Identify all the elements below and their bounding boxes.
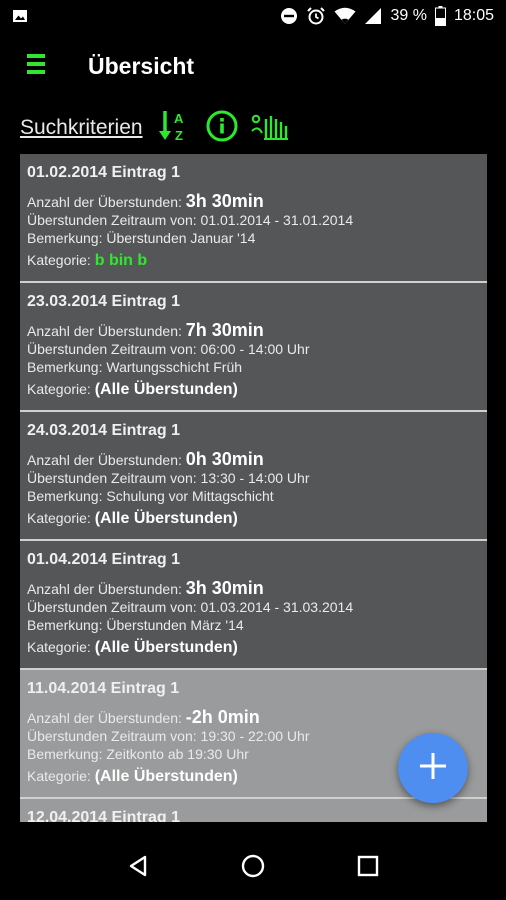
status-time: 18:05 [453, 7, 494, 24]
hours-label: Anzahl der Überstunden: [27, 194, 182, 210]
menu-icon [27, 53, 45, 80]
category-label: Kategorie: [27, 639, 91, 655]
category-value: (Alle Überstunden) [94, 510, 238, 527]
list-item[interactable]: 01.04.2014 Eintrag 1 Anzahl der Überstun… [20, 541, 487, 670]
category-value: (Alle Überstunden) [94, 768, 238, 785]
alarm-icon [306, 6, 326, 26]
entry-date: 11.04.2014 Eintrag 1 [27, 680, 180, 697]
entry-list[interactable]: 01.02.2014 Eintrag 1 Anzahl der Überstun… [20, 154, 487, 822]
menu-button[interactable] [16, 46, 56, 86]
hours-value: 3h 30min [185, 578, 264, 598]
search-criteria-link[interactable]: Suchkriterien [20, 116, 143, 140]
info-button[interactable] [205, 110, 239, 147]
dnd-icon [280, 7, 298, 25]
gesture-icon [250, 111, 290, 146]
note-text: Bemerkung: Wartungsschicht Früh [27, 359, 243, 375]
hours-value: 3h 30min [185, 191, 264, 211]
add-entry-button[interactable] [398, 733, 468, 803]
back-icon [126, 854, 150, 883]
plus-icon [418, 751, 448, 786]
range-text: Überstunden Zeitraum von: 13:30 - 14:00 … [27, 470, 310, 486]
category-value: b bin b [94, 252, 148, 269]
entry-date: 01.02.2014 Eintrag 1 [27, 164, 180, 181]
sort-button[interactable]: AZ [157, 109, 191, 148]
hours-label: Anzahl der Überstunden: [27, 710, 182, 726]
range-text: Überstunden Zeitraum von: 01.01.2014 - 3… [27, 212, 354, 228]
list-item[interactable]: 24.03.2014 Eintrag 1 Anzahl der Überstun… [20, 412, 487, 541]
note-text: Bemerkung: Schulung vor Mittagschicht [27, 488, 274, 504]
hours-value: 7h 30min [185, 320, 264, 340]
list-item[interactable]: 23.03.2014 Eintrag 1 Anzahl der Überstun… [20, 283, 487, 412]
category-label: Kategorie: [27, 510, 91, 526]
navigation-bar [0, 836, 506, 900]
wifi-icon [334, 7, 356, 25]
recents-button[interactable] [344, 844, 392, 892]
battery-icon [434, 6, 446, 26]
signal-icon [364, 7, 382, 25]
category-value: (Alle Überstunden) [94, 639, 238, 656]
home-button[interactable] [229, 844, 277, 892]
back-button[interactable] [114, 844, 162, 892]
hours-label: Anzahl der Überstunden: [27, 452, 182, 468]
category-value: (Alle Überstunden) [94, 381, 238, 398]
recents-icon [357, 855, 379, 882]
image-icon [12, 8, 28, 24]
category-label: Kategorie: [27, 768, 91, 784]
app-bar: Übersicht [0, 32, 506, 100]
range-text: Überstunden Zeitraum von: 06:00 - 14:00 … [27, 341, 310, 357]
entry-date: 23.03.2014 Eintrag 1 [27, 293, 180, 310]
entry-date: 24.03.2014 Eintrag 1 [27, 422, 180, 439]
list-item[interactable]: 01.02.2014 Eintrag 1 Anzahl der Überstun… [20, 154, 487, 283]
info-icon [206, 110, 238, 147]
category-label: Kategorie: [27, 381, 91, 397]
toolbar: Suchkriterien AZ [20, 108, 290, 148]
page-title: Übersicht [88, 52, 195, 79]
hours-value: -2h 0min [185, 707, 260, 727]
hours-label: Anzahl der Überstunden: [27, 581, 182, 597]
category-label: Kategorie: [27, 252, 91, 268]
entry-date: 01.04.2014 Eintrag 1 [27, 551, 180, 568]
entry-date: 12.04.2014 Eintrag 1 [27, 809, 180, 822]
sort-az-icon: AZ [158, 109, 189, 148]
home-icon [240, 853, 266, 884]
note-text: Bemerkung: Überstunden Januar '14 [27, 230, 256, 246]
range-text: Überstunden Zeitraum von: 01.03.2014 - 3… [27, 599, 354, 615]
list-item[interactable]: 12.04.2014 Eintrag 1 [20, 799, 487, 822]
svg-text:A: A [174, 111, 184, 126]
gesture-button[interactable] [250, 111, 290, 146]
status-bar: 39 % 18:05 [0, 0, 506, 32]
hours-label: Anzahl der Überstunden: [27, 323, 182, 339]
svg-text:Z: Z [175, 128, 183, 143]
battery-percent: 39 % [390, 7, 427, 24]
hours-value: 0h 30min [185, 449, 264, 469]
note-text: Bemerkung: Überstunden März '14 [27, 617, 244, 633]
